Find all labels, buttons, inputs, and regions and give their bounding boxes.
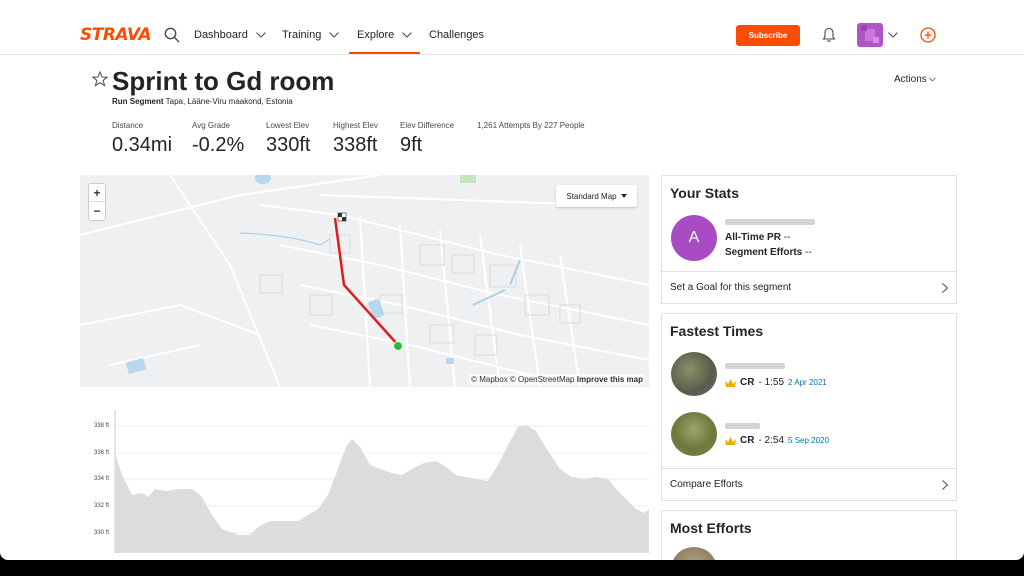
chevron-right-icon <box>942 479 948 490</box>
compare-efforts-label: Compare Efforts <box>670 479 743 490</box>
subscribe-button[interactable]: Subscribe <box>736 25 800 46</box>
search-icon[interactable] <box>164 27 180 43</box>
elevation-chart <box>114 410 649 553</box>
segment-location: Tapa, Lääne-Viru maakond, Estonia <box>165 97 293 106</box>
map-type-selector[interactable]: Standard Map <box>556 185 637 207</box>
user-avatar[interactable] <box>857 23 883 47</box>
effort-time[interactable]: - 1:55 <box>758 377 784 388</box>
stat-label: Lowest Elev <box>266 121 310 130</box>
nav-dashboard[interactable]: Dashboard <box>194 28 266 42</box>
add-activity-icon[interactable] <box>920 27 936 43</box>
rank-label: CR <box>740 435 755 446</box>
nav-challenges[interactable]: Challenges <box>429 28 484 42</box>
stat-label: Avg Grade <box>192 121 231 130</box>
chevron-down-icon[interactable] <box>888 32 898 38</box>
top-navigation: STRAVA Dashboard Training Explore Challe… <box>0 0 1024 55</box>
crown-icon <box>725 436 736 445</box>
bell-icon[interactable] <box>822 27 836 43</box>
zoom-control: + − <box>88 183 106 221</box>
chevron-down-icon <box>329 32 340 38</box>
efforts-label: Segment Efforts <box>725 247 803 258</box>
athlete-avatar[interactable]: A <box>671 215 717 261</box>
effort-date[interactable]: 2 Apr 2021 <box>788 378 827 387</box>
nav-dashboard-label: Dashboard <box>194 29 248 41</box>
stat-label: Highest Elev <box>333 121 378 130</box>
improve-map-link[interactable]: Improve this map <box>577 375 643 384</box>
rank-label: CR <box>740 377 755 388</box>
athlete-photo[interactable] <box>671 412 717 456</box>
attribution-text: © Mapbox © OpenStreetMap <box>471 375 575 384</box>
segment-efforts: Segment Efforts -- <box>725 247 812 258</box>
chevron-down-icon <box>402 32 413 38</box>
segment-type: Run Segment <box>112 97 164 106</box>
stat-highest-elev: Highest Elev 338ft <box>333 121 378 157</box>
athlete-photo[interactable] <box>671 547 717 560</box>
nav-training-label: Training <box>282 29 322 41</box>
set-goal-label: Set a Goal for this segment <box>670 282 792 293</box>
map-type-label: Standard Map <box>566 191 617 201</box>
stat-value: 338ft <box>333 134 378 156</box>
pr-label: All-Time PR <box>725 232 781 243</box>
chevron-down-icon <box>255 32 266 38</box>
all-time-pr: All-Time PR -- <box>725 232 790 243</box>
nav-explore-label: Explore <box>357 29 395 41</box>
crown-icon <box>725 378 736 387</box>
stat-avg-grade: Avg Grade -0.2% <box>192 121 244 157</box>
start-marker <box>393 341 403 351</box>
finish-flag-icon <box>337 212 347 222</box>
nav-explore[interactable]: Explore <box>357 28 413 42</box>
attempts-count: 1,261 Attempts By 227 People <box>477 121 585 130</box>
actions-label: Actions <box>894 74 927 85</box>
stat-value: 330ft <box>266 134 311 156</box>
segment-subtitle: Run Segment Tapa, Lääne-Viru maakond, Es… <box>112 97 293 107</box>
effort-date[interactable]: 5 Sep 2020 <box>788 436 829 445</box>
most-efforts-card: Most Efforts <box>661 510 957 560</box>
athlete-name-blurred <box>725 363 785 369</box>
most-efforts-title: Most Efforts <box>670 520 752 536</box>
your-stats-title: Your Stats <box>670 185 739 201</box>
chevron-right-icon <box>942 282 948 293</box>
strava-logo[interactable]: STRAVA <box>80 25 152 45</box>
your-stats-card: Your Stats A All-Time PR -- Segment Effo… <box>661 175 957 304</box>
compare-efforts-link[interactable]: Compare Efforts <box>662 468 956 500</box>
actions-menu[interactable]: Actions <box>894 74 936 85</box>
stat-elev-difference: Elev Difference 9ft <box>400 121 454 157</box>
stat-label: Elev Difference <box>400 121 455 130</box>
avatar-letter: A <box>688 229 700 246</box>
zoom-out-button[interactable]: − <box>89 202 105 220</box>
fastest-time-entry: CR - 2:54 5 Sep 2020 <box>725 435 829 446</box>
elevation-profile[interactable]: 338 ft 336 ft 334 ft 332 ft 330 ft <box>80 405 649 560</box>
set-goal-link[interactable]: Set a Goal for this segment <box>662 271 956 303</box>
stat-value: 0.34mi <box>112 134 173 156</box>
pr-value: -- <box>783 232 791 243</box>
nav-training[interactable]: Training <box>282 28 340 42</box>
segment-title: Sprint to Gd room <box>112 66 335 96</box>
athlete-name-blurred <box>725 423 760 429</box>
stat-lowest-elev: Lowest Elev 330ft <box>266 121 310 157</box>
athlete-photo[interactable] <box>671 352 717 396</box>
segment-page: STRAVA Dashboard Training Explore Challe… <box>0 0 1024 560</box>
star-icon[interactable] <box>92 71 108 87</box>
stat-distance: Distance 0.34mi <box>112 121 172 157</box>
nav-challenges-label: Challenges <box>429 29 485 41</box>
stat-value: 9ft <box>400 134 423 156</box>
fastest-time-entry: CR - 1:55 2 Apr 2021 <box>725 377 827 388</box>
stat-value: -0.2% <box>192 134 245 156</box>
fastest-times-card: Fastest Times CR - 1:55 2 Apr 2021 CR - … <box>661 313 957 501</box>
athlete-name-blurred <box>725 219 815 225</box>
map-attribution: © Mapbox © OpenStreetMap Improve this ma… <box>469 374 645 385</box>
effort-time[interactable]: - 2:54 <box>758 435 784 446</box>
zoom-in-button[interactable]: + <box>89 184 105 202</box>
efforts-value: -- <box>805 247 812 258</box>
caret-down-icon <box>620 194 627 198</box>
chevron-down-icon <box>928 77 936 82</box>
active-tab-indicator <box>349 52 420 54</box>
segment-map[interactable]: + − Standard Map © Mapbox © OpenStreetMa… <box>80 175 649 387</box>
stat-label: Distance <box>112 121 144 130</box>
fastest-times-title: Fastest Times <box>670 323 764 339</box>
